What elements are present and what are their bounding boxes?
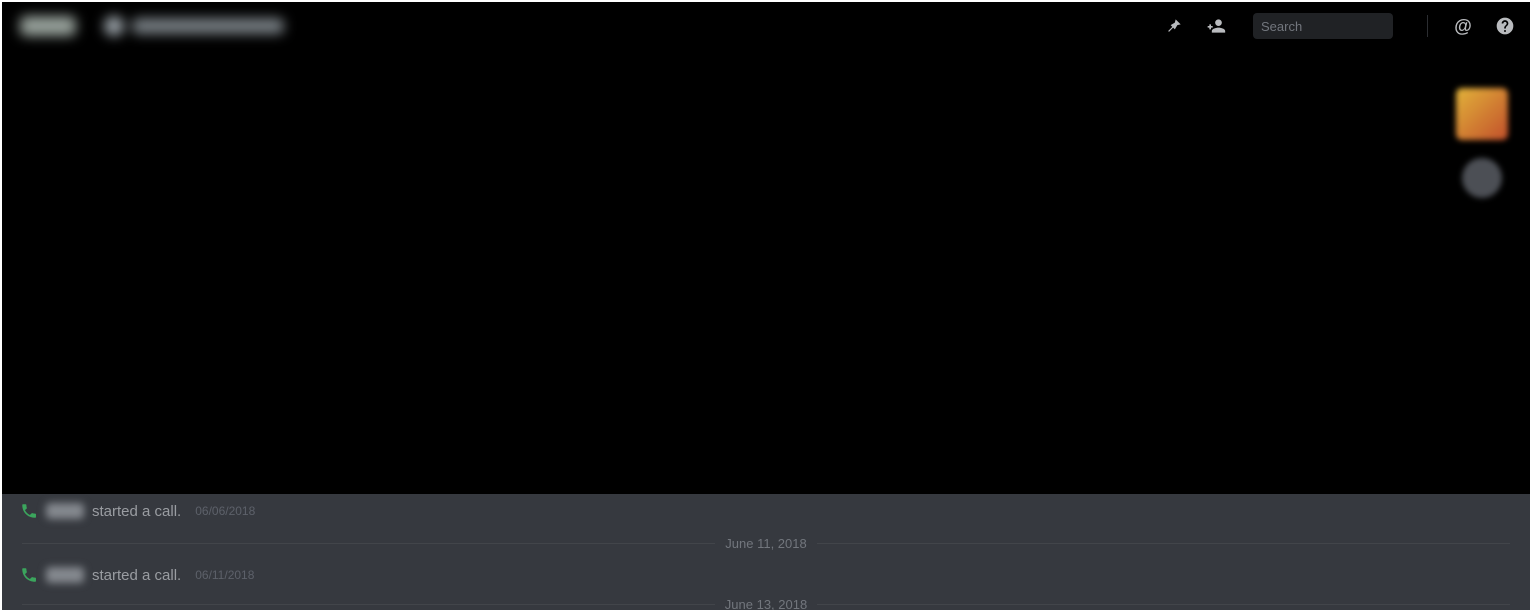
call-date: 06/06/2018 (195, 504, 255, 518)
date-separator: June 13, 2018 (22, 598, 1510, 610)
call-message: started a call. 06/06/2018 (2, 494, 1530, 528)
username-blurred (46, 567, 84, 583)
participant-avatar[interactable] (1456, 88, 1508, 140)
header-toolbar: @ (2, 2, 1530, 50)
call-message: started a call. 06/11/2018 (2, 558, 1530, 592)
toolbar-divider (1427, 15, 1428, 37)
mentions-icon[interactable]: @ (1452, 15, 1474, 37)
add-friend-icon[interactable] (1205, 15, 1227, 37)
call-action-text: started a call. (92, 567, 181, 584)
date-separator: June 11, 2018 (22, 534, 1510, 552)
phone-icon (20, 502, 38, 520)
search-input[interactable] (1261, 19, 1437, 34)
chat-area: started a call. 06/06/2018 June 11, 2018… (2, 494, 1530, 610)
date-separator-label: June 13, 2018 (715, 598, 817, 610)
channel-title-blurred (20, 16, 284, 36)
call-video-region (2, 2, 1530, 494)
call-action-text: started a call. (92, 503, 181, 520)
phone-icon (20, 566, 38, 584)
username-blurred (46, 503, 84, 519)
participant-avatar[interactable] (1462, 158, 1502, 198)
pin-icon[interactable] (1163, 15, 1185, 37)
help-icon[interactable] (1494, 15, 1516, 37)
call-date: 06/11/2018 (195, 568, 254, 582)
search-box[interactable] (1253, 13, 1393, 39)
date-separator-label: June 11, 2018 (715, 536, 816, 551)
call-participants (1456, 88, 1508, 198)
